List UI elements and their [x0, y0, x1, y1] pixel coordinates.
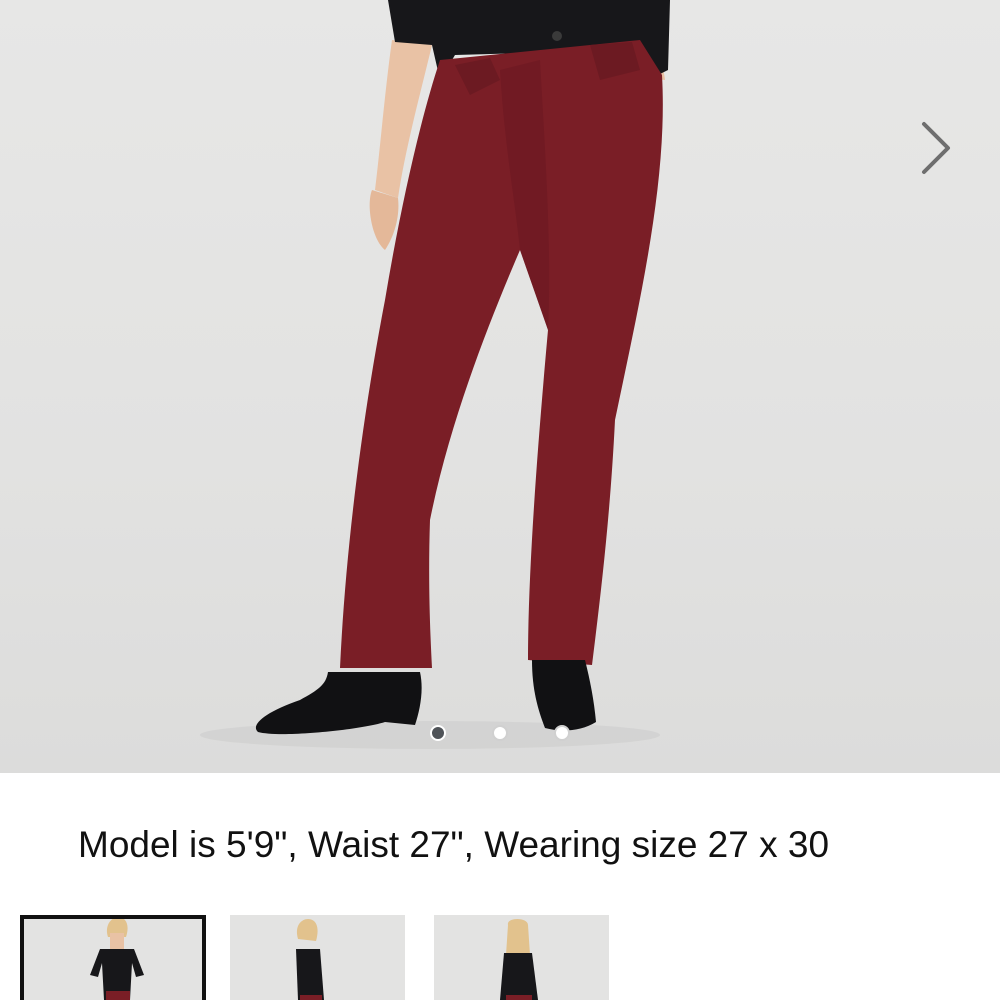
thumbnail-side-image — [296, 919, 324, 1000]
thumbnail-side[interactable] — [230, 915, 405, 1000]
thumbnail-front-image — [90, 917, 144, 1000]
thumbnail-strip — [0, 915, 1000, 1000]
thumbnail-back-image — [500, 919, 538, 1000]
carousel-dot-3[interactable] — [554, 725, 570, 741]
model-size-caption: Model is 5'9", Waist 27", Wearing size 2… — [78, 824, 830, 865]
thumbnail-back[interactable] — [434, 915, 609, 1000]
carousel-dot-1[interactable] — [430, 725, 446, 741]
carousel-pagination — [0, 722, 1000, 744]
carousel-dot-2[interactable] — [492, 725, 508, 741]
chevron-right-icon — [922, 122, 950, 174]
product-image-carousel[interactable] — [0, 0, 1000, 773]
next-image-button[interactable] — [908, 118, 964, 178]
thumbnail-front[interactable] — [20, 915, 206, 1000]
product-photo — [200, 0, 670, 749]
